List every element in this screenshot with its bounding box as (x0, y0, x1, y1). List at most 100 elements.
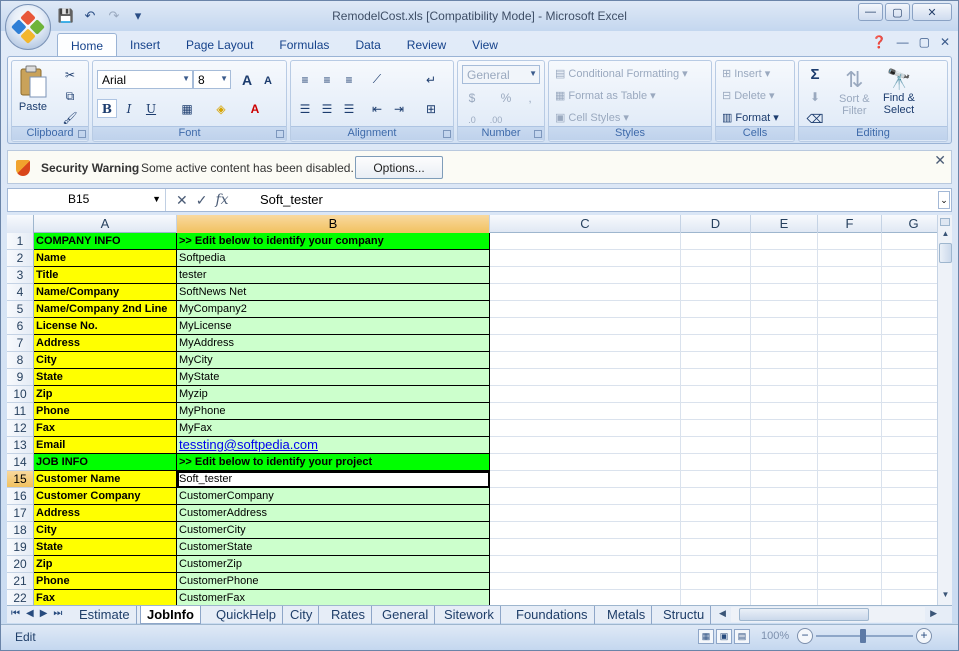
empty-cell[interactable] (751, 318, 818, 335)
format-painter-icon[interactable]: 🖌 (60, 108, 80, 127)
empty-cell[interactable] (490, 437, 681, 454)
tab-home[interactable]: Home (57, 33, 118, 57)
copy-icon[interactable]: ⧉ (60, 87, 80, 106)
empty-cell[interactable] (818, 437, 882, 454)
format-cells-button[interactable]: ▥ Format ▾ (722, 111, 779, 125)
cell-value[interactable]: tessting@softpedia.com (177, 437, 490, 454)
paste-button[interactable]: Paste (18, 65, 48, 113)
empty-cell[interactable] (751, 488, 818, 505)
align-middle-icon[interactable]: ≡ (317, 70, 337, 89)
cell-value[interactable]: CustomerPhone (177, 573, 490, 590)
empty-cell[interactable] (681, 233, 751, 250)
zoom-slider-thumb[interactable] (860, 629, 866, 643)
cell-value[interactable]: >> Edit below to identify your project (177, 454, 490, 471)
delete-cells-button[interactable]: ⊟ Delete ▾ (722, 89, 775, 103)
empty-cell[interactable] (751, 522, 818, 539)
column-header-e[interactable]: E (751, 215, 818, 233)
empty-cell[interactable] (818, 573, 882, 590)
empty-cell[interactable] (818, 335, 882, 352)
empty-cell[interactable] (681, 471, 751, 488)
empty-cell[interactable] (882, 505, 937, 522)
conditional-formatting-button[interactable]: ▤ Conditional Formatting ▾ (555, 67, 688, 81)
clipboard-launcher-icon[interactable] (78, 130, 86, 138)
scroll-right-icon[interactable]: ▶ (930, 608, 937, 619)
empty-cell[interactable] (751, 352, 818, 369)
column-header-a[interactable]: A (34, 215, 177, 233)
merge-center-icon[interactable]: ⊞ (421, 99, 441, 118)
scroll-down-icon[interactable]: ▼ (938, 590, 953, 605)
empty-cell[interactable] (818, 267, 882, 284)
cell-label[interactable]: JOB INFO (34, 454, 177, 471)
column-header-d[interactable]: D (681, 215, 751, 233)
empty-cell[interactable] (751, 437, 818, 454)
cell-label[interactable]: License No. (34, 318, 177, 335)
tab-page-layout[interactable]: Page Layout (173, 33, 266, 57)
last-sheet-icon[interactable]: ⏭ (53, 608, 62, 619)
empty-cell[interactable] (751, 335, 818, 352)
empty-cell[interactable] (818, 352, 882, 369)
empty-cell[interactable] (818, 250, 882, 267)
align-left-icon[interactable]: ☰ (295, 99, 315, 118)
row-header[interactable]: 2 (7, 250, 34, 267)
empty-cell[interactable] (490, 505, 681, 522)
cell-value[interactable]: CustomerAddress (177, 505, 490, 522)
currency-button[interactable]: $ (462, 88, 482, 107)
sheet-tab-city[interactable]: City (284, 606, 320, 624)
maximize-button[interactable]: ▢ (885, 3, 910, 21)
cell-value[interactable]: MyAddress (177, 335, 490, 352)
cell-label[interactable]: Address (34, 335, 177, 352)
empty-cell[interactable] (751, 233, 818, 250)
row-header[interactable]: 5 (7, 301, 34, 318)
empty-cell[interactable] (751, 369, 818, 386)
zoom-out-icon[interactable]: − (797, 628, 813, 644)
grow-font-button[interactable]: A (237, 70, 257, 89)
scroll-thumb[interactable] (939, 243, 952, 263)
empty-cell[interactable] (490, 301, 681, 318)
empty-cell[interactable] (882, 471, 937, 488)
sheet-tab-structural[interactable]: Structu (657, 606, 711, 624)
empty-cell[interactable] (681, 369, 751, 386)
empty-cell[interactable] (681, 522, 751, 539)
empty-cell[interactable] (818, 284, 882, 301)
cell-label[interactable]: Zip (34, 386, 177, 403)
sheet-tab-quickhelp[interactable]: QuickHelp (210, 606, 283, 624)
cell-value[interactable]: MyState (177, 369, 490, 386)
empty-cell[interactable] (681, 590, 751, 605)
align-top-icon[interactable]: ≡ (295, 70, 315, 89)
empty-cell[interactable] (681, 250, 751, 267)
cell-value[interactable]: Myzip (177, 386, 490, 403)
cut-icon[interactable]: ✂ (60, 65, 80, 84)
empty-cell[interactable] (818, 369, 882, 386)
sheet-tab-metals[interactable]: Metals (601, 606, 653, 624)
comma-button[interactable]: , (520, 88, 540, 107)
empty-cell[interactable] (490, 250, 681, 267)
empty-cell[interactable] (490, 539, 681, 556)
empty-cell[interactable] (882, 522, 937, 539)
font-family-select[interactable]: Arial ▼ (97, 70, 193, 89)
workbook-minimize-icon[interactable]: — (897, 35, 909, 49)
empty-cell[interactable] (751, 590, 818, 605)
empty-cell[interactable] (818, 539, 882, 556)
empty-cell[interactable] (490, 573, 681, 590)
cell-label[interactable]: Zip (34, 556, 177, 573)
empty-cell[interactable] (818, 233, 882, 250)
row-header[interactable]: 22 (7, 590, 34, 605)
empty-cell[interactable] (882, 352, 937, 369)
empty-cell[interactable] (818, 556, 882, 573)
empty-cell[interactable] (818, 590, 882, 605)
office-button[interactable] (5, 4, 51, 50)
fill-color-icon[interactable]: ◈ (211, 99, 231, 118)
empty-cell[interactable] (882, 386, 937, 403)
empty-cell[interactable] (490, 335, 681, 352)
empty-cell[interactable] (882, 556, 937, 573)
empty-cell[interactable] (751, 539, 818, 556)
empty-cell[interactable] (882, 539, 937, 556)
empty-cell[interactable] (818, 522, 882, 539)
align-right-icon[interactable]: ☰ (339, 99, 359, 118)
sort-filter-button[interactable]: ⇅ Sort & Filter (839, 67, 870, 117)
cell-label[interactable]: Title (34, 267, 177, 284)
empty-cell[interactable] (818, 301, 882, 318)
empty-cell[interactable] (490, 522, 681, 539)
row-header[interactable]: 7 (7, 335, 34, 352)
empty-cell[interactable] (681, 505, 751, 522)
